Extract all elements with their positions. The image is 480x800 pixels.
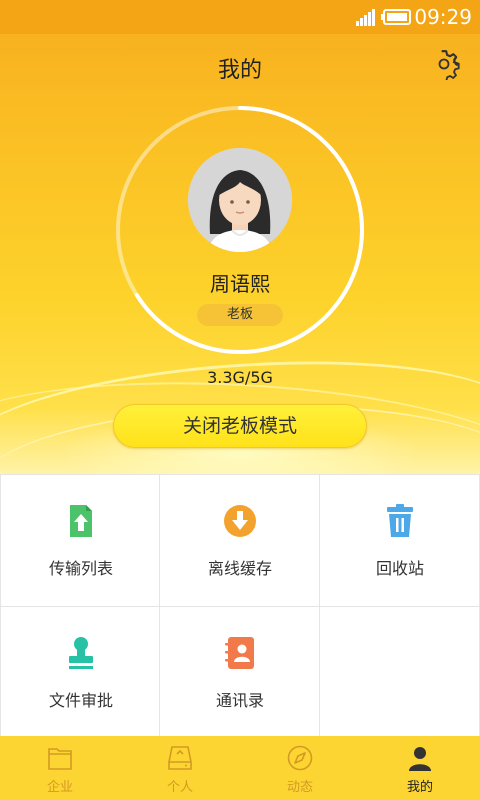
page-title: 我的 — [217, 58, 262, 83]
bottom-tab-bar: 企业 个人 动态 我的 — [0, 736, 480, 800]
person-icon — [409, 747, 431, 771]
grid-item-offline-cache[interactable]: 离线缓存 — [160, 474, 320, 607]
trash-icon — [387, 504, 413, 537]
grid-item-label: 传输列表 — [48, 559, 113, 578]
tab-label: 我的 — [406, 780, 433, 795]
drive-icon — [168, 746, 192, 770]
tab-enterprise[interactable]: 企业 — [0, 736, 120, 800]
storage-usage: 3.3G/5G — [207, 368, 273, 387]
grid-item-file-approval[interactable]: 文件审批 — [0, 607, 160, 740]
profile-header: 我的 周语熙 老板 3.3G/5G 关闭老板模式 — [0, 34, 480, 474]
status-bar: 09:29 — [0, 0, 480, 34]
grid-item-label: 文件审批 — [48, 691, 113, 710]
user-name: 周语熙 — [210, 272, 270, 296]
folder-icon — [48, 748, 72, 770]
feature-grid: 传输列表 离线缓存 回收站 文件审批 通讯录 — [0, 474, 480, 740]
tab-label: 个人 — [166, 780, 193, 795]
grid-item-label: 回收站 — [375, 559, 424, 578]
tab-label: 动态 — [286, 780, 313, 795]
tab-activity[interactable]: 动态 — [240, 736, 360, 800]
grid-empty-cell — [320, 607, 480, 740]
grid-item-contacts[interactable]: 通讯录 — [160, 607, 320, 740]
stamp-icon — [69, 637, 93, 669]
gear-icon[interactable] — [428, 48, 460, 80]
signal-icon — [356, 9, 375, 26]
role-badge: 老板 — [197, 304, 283, 326]
contacts-book-icon — [225, 637, 254, 669]
grid-item-label: 通讯录 — [215, 691, 264, 710]
avatar-image — [188, 148, 292, 252]
download-circle-icon — [224, 505, 256, 537]
avatar[interactable] — [188, 148, 292, 252]
upload-file-icon — [70, 505, 92, 537]
battery-icon — [381, 9, 411, 25]
compass-icon — [287, 745, 313, 771]
grid-item-transfer-list[interactable]: 传输列表 — [0, 474, 160, 607]
tab-label: 企业 — [46, 780, 73, 795]
boss-mode-toggle-button[interactable]: 关闭老板模式 — [113, 404, 367, 448]
tab-personal[interactable]: 个人 — [120, 736, 240, 800]
tab-mine[interactable]: 我的 — [360, 736, 480, 800]
status-time: 09:29 — [414, 5, 472, 29]
grid-item-label: 离线缓存 — [207, 559, 272, 578]
grid-item-recycle-bin[interactable]: 回收站 — [320, 474, 480, 607]
